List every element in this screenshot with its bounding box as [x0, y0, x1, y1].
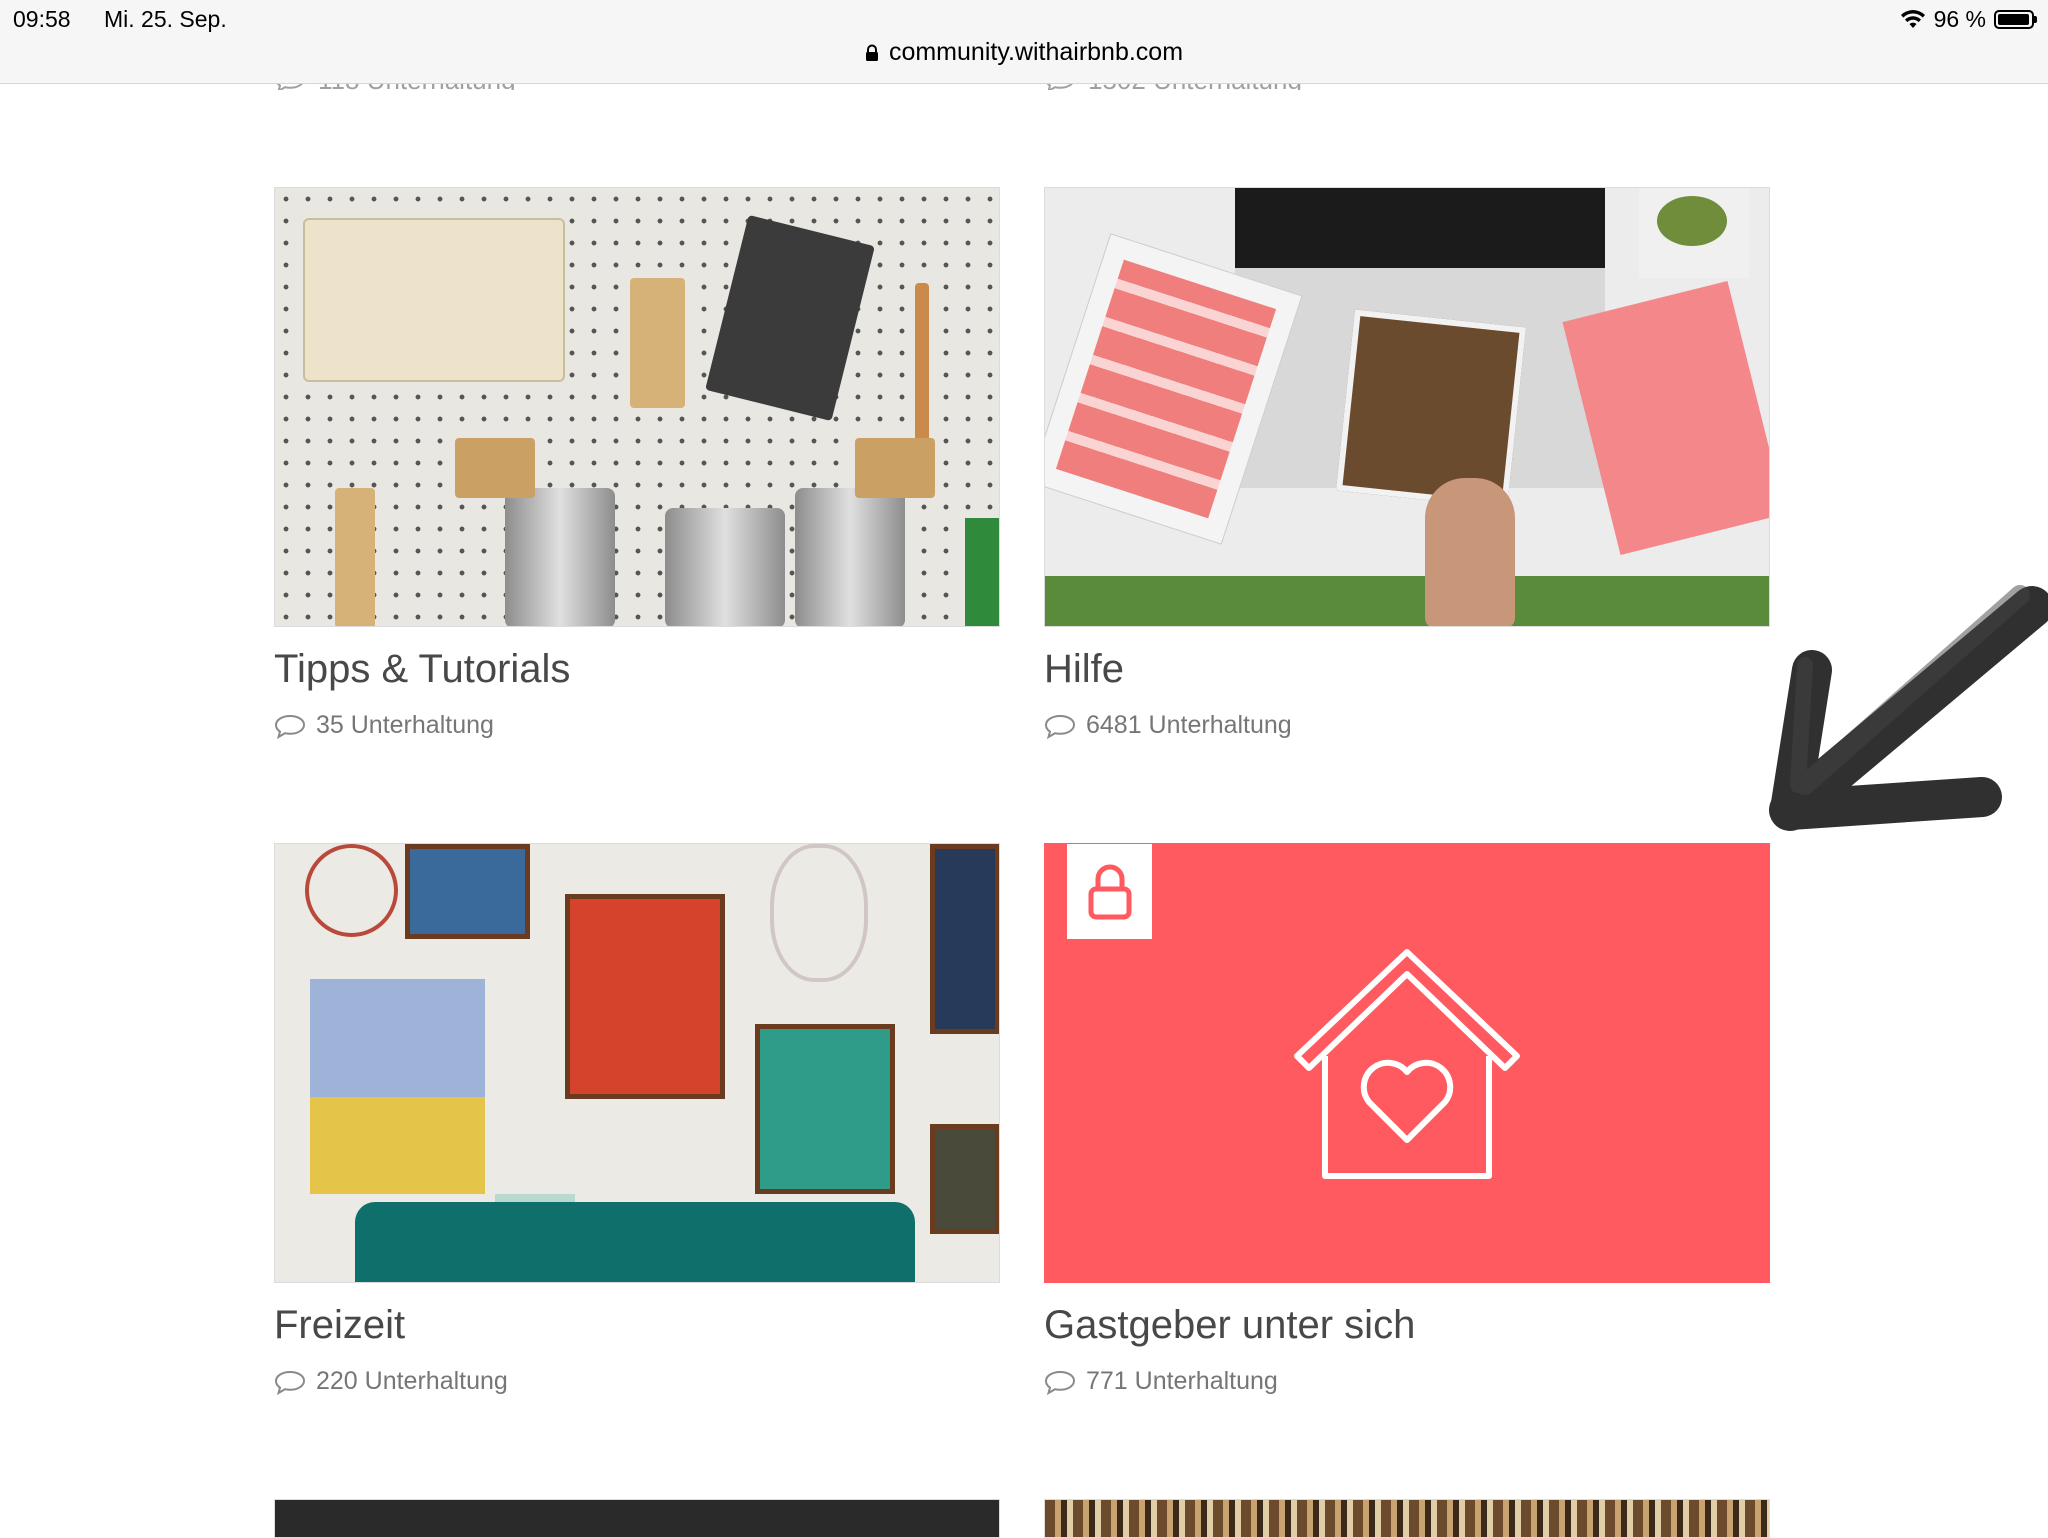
address-bar[interactable]: community.withairbnb.com — [0, 38, 2048, 67]
board-card-tipps-tutorials[interactable]: Tipps & Tutorials 35 Unterhaltung — [274, 187, 1000, 740]
status-date: Mi. 25. Sep. — [104, 6, 227, 32]
board-card-gastgeber-unter-sich[interactable]: Gastgeber unter sich 771 Unterhaltung — [1044, 843, 1770, 1396]
board-card-partial-right[interactable] — [1044, 1499, 1770, 1538]
board-card-freizeit[interactable]: Freizeit 220 Unterhaltung — [274, 843, 1000, 1396]
board-title[interactable]: Hilfe — [1044, 647, 1770, 691]
board-meta: 771 Unterhaltung — [1044, 1367, 1770, 1396]
board-image[interactable] — [274, 187, 1000, 627]
speech-bubble-icon — [1044, 714, 1076, 739]
board-meta: 6481 Unterhaltung — [1044, 711, 1770, 740]
battery-percentage: 96 % — [1933, 6, 1986, 32]
battery-icon — [1994, 10, 2037, 29]
speech-bubble-icon — [274, 1370, 306, 1395]
lock-icon — [865, 44, 878, 61]
browser-top-bar: 09:58 Mi. 25. Sep. 96 % community.withai… — [0, 0, 2048, 84]
conversation-count: 6481 Unterhaltung — [1086, 711, 1292, 739]
board-meta: 35 Unterhaltung — [274, 711, 1000, 740]
speech-bubble-icon — [1044, 1370, 1076, 1395]
speech-bubble-icon — [274, 714, 306, 739]
board-image[interactable] — [274, 1499, 1000, 1538]
board-title[interactable]: Freizeit — [274, 1303, 1000, 1347]
status-time: 09:58 — [13, 6, 71, 32]
conversation-count: 220 Unterhaltung — [316, 1367, 508, 1395]
conversation-count: 771 Unterhaltung — [1086, 1367, 1278, 1395]
status-indicators: 96 % — [1900, 6, 2037, 33]
url-text: community.withairbnb.com — [888, 38, 1184, 66]
house-heart-icon — [1294, 949, 1520, 1179]
board-title[interactable]: Tipps & Tutorials — [274, 647, 1000, 691]
board-image[interactable] — [1044, 1499, 1770, 1538]
lock-icon — [1088, 864, 1131, 919]
board-image[interactable] — [1044, 843, 1770, 1283]
board-image[interactable] — [1044, 187, 1770, 627]
wifi-icon — [1900, 9, 1925, 28]
board-meta: 220 Unterhaltung — [274, 1367, 1000, 1396]
drawn-arrow-annotation — [1769, 585, 2048, 831]
board-card-hilfe[interactable]: Hilfe 6481 Unterhaltung — [1044, 187, 1770, 740]
board-card-partial-left[interactable] — [274, 1499, 1000, 1538]
private-board-badge — [1067, 844, 1152, 939]
conversation-count: 35 Unterhaltung — [316, 711, 494, 739]
board-image[interactable] — [274, 843, 1000, 1283]
board-title[interactable]: Gastgeber unter sich — [1044, 1303, 1770, 1347]
